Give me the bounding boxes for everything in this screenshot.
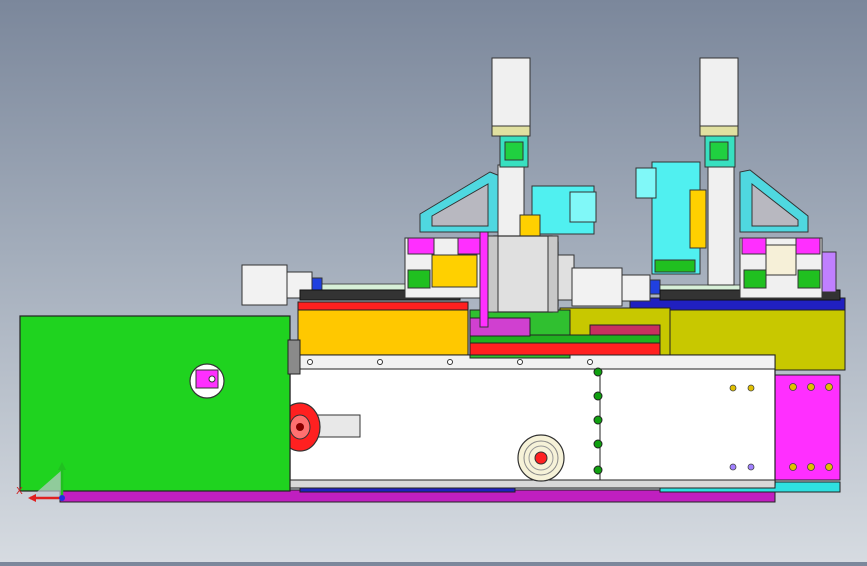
assembly-drawing: X	[16, 57, 846, 503]
pulley-wheel	[517, 434, 565, 482]
left-motor	[241, 264, 288, 306]
triad-x-label: X	[16, 486, 23, 497]
drum	[487, 235, 559, 313]
right-servo	[699, 57, 739, 131]
right-column	[707, 164, 735, 286]
green-cover-hole	[189, 363, 225, 399]
green-cover	[19, 315, 291, 492]
left-shaft	[321, 283, 413, 291]
cad-viewport[interactable]: X	[0, 0, 867, 562]
top-red-strip	[297, 301, 469, 311]
center-magenta-block	[469, 317, 531, 337]
center-red-band	[469, 342, 661, 356]
right-motor	[571, 267, 623, 307]
frame-bottom-gray	[289, 479, 776, 489]
yellow-plate	[297, 309, 469, 356]
left-servo	[491, 57, 531, 131]
left-yellow-cam	[431, 254, 478, 288]
